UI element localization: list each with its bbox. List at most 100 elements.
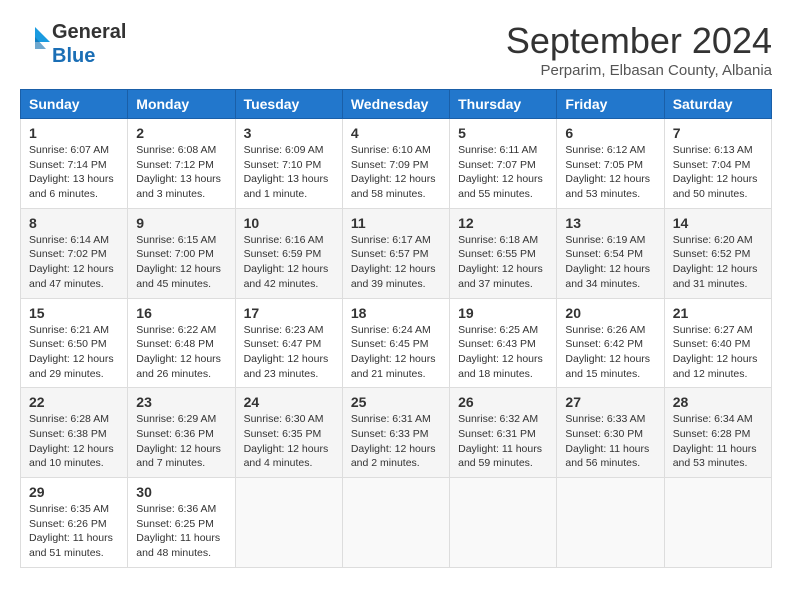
day-number: 17 — [244, 305, 334, 321]
sunset-label: Sunset: 7:14 PM — [29, 159, 107, 171]
sunset-label: Sunset: 7:09 PM — [351, 159, 429, 171]
day-info: Sunrise: 6:07 AM Sunset: 7:14 PM Dayligh… — [29, 143, 119, 202]
location-subtitle: Perparim, Elbasan County, Albania — [506, 62, 772, 79]
daylight-label: Daylight: 13 hours and 6 minutes. — [29, 173, 114, 200]
page-header: General Blue September 2024 Perparim, El… — [20, 20, 772, 79]
calendar-table: SundayMondayTuesdayWednesdayThursdayFrid… — [20, 89, 772, 568]
day-info: Sunrise: 6:12 AM Sunset: 7:05 PM Dayligh… — [565, 143, 655, 202]
day-number: 22 — [29, 394, 119, 410]
day-number: 15 — [29, 305, 119, 321]
daylight-label: Daylight: 11 hours and 48 minutes. — [136, 532, 220, 559]
calendar-day-cell: 10 Sunrise: 6:16 AM Sunset: 6:59 PM Dayl… — [235, 208, 342, 298]
day-of-week-header: Saturday — [664, 90, 771, 119]
calendar-day-cell: 27 Sunrise: 6:33 AM Sunset: 6:30 PM Dayl… — [557, 388, 664, 478]
daylight-label: Daylight: 11 hours and 56 minutes. — [565, 443, 649, 470]
day-info: Sunrise: 6:17 AM Sunset: 6:57 PM Dayligh… — [351, 233, 441, 292]
day-info: Sunrise: 6:13 AM Sunset: 7:04 PM Dayligh… — [673, 143, 763, 202]
sunrise-label: Sunrise: 6:31 AM — [351, 413, 431, 425]
daylight-label: Daylight: 12 hours and 7 minutes. — [136, 443, 221, 470]
calendar-day-cell: 26 Sunrise: 6:32 AM Sunset: 6:31 PM Dayl… — [450, 388, 557, 478]
day-info: Sunrise: 6:11 AM Sunset: 7:07 PM Dayligh… — [458, 143, 548, 202]
day-of-week-header: Thursday — [450, 90, 557, 119]
day-number: 8 — [29, 215, 119, 231]
sunset-label: Sunset: 7:05 PM — [565, 159, 643, 171]
day-info: Sunrise: 6:22 AM Sunset: 6:48 PM Dayligh… — [136, 323, 226, 382]
daylight-label: Daylight: 12 hours and 4 minutes. — [244, 443, 329, 470]
day-info: Sunrise: 6:24 AM Sunset: 6:45 PM Dayligh… — [351, 323, 441, 382]
daylight-label: Daylight: 12 hours and 26 minutes. — [136, 353, 221, 380]
sunset-label: Sunset: 6:26 PM — [29, 518, 107, 530]
calendar-day-cell — [450, 478, 557, 568]
sunset-label: Sunset: 6:31 PM — [458, 428, 536, 440]
sunset-label: Sunset: 7:04 PM — [673, 159, 751, 171]
day-info: Sunrise: 6:27 AM Sunset: 6:40 PM Dayligh… — [673, 323, 763, 382]
sunrise-label: Sunrise: 6:17 AM — [351, 234, 431, 246]
day-number: 11 — [351, 215, 441, 231]
sunrise-label: Sunrise: 6:16 AM — [244, 234, 324, 246]
day-info: Sunrise: 6:31 AM Sunset: 6:33 PM Dayligh… — [351, 412, 441, 471]
day-info: Sunrise: 6:30 AM Sunset: 6:35 PM Dayligh… — [244, 412, 334, 471]
calendar-day-cell: 4 Sunrise: 6:10 AM Sunset: 7:09 PM Dayli… — [342, 119, 449, 209]
day-info: Sunrise: 6:34 AM Sunset: 6:28 PM Dayligh… — [673, 412, 763, 471]
sunrise-label: Sunrise: 6:07 AM — [29, 144, 109, 156]
day-number: 16 — [136, 305, 226, 321]
day-info: Sunrise: 6:29 AM Sunset: 6:36 PM Dayligh… — [136, 412, 226, 471]
calendar-day-cell: 25 Sunrise: 6:31 AM Sunset: 6:33 PM Dayl… — [342, 388, 449, 478]
day-number: 10 — [244, 215, 334, 231]
calendar-week-row: 8 Sunrise: 6:14 AM Sunset: 7:02 PM Dayli… — [21, 208, 772, 298]
month-title: September 2024 — [506, 20, 772, 62]
daylight-label: Daylight: 12 hours and 37 minutes. — [458, 263, 543, 290]
day-number: 7 — [673, 125, 763, 141]
sunset-label: Sunset: 7:07 PM — [458, 159, 536, 171]
sunrise-label: Sunrise: 6:09 AM — [244, 144, 324, 156]
sunset-label: Sunset: 6:42 PM — [565, 338, 643, 350]
sunset-label: Sunset: 6:57 PM — [351, 248, 429, 260]
daylight-label: Daylight: 11 hours and 59 minutes. — [458, 443, 542, 470]
sunset-label: Sunset: 6:50 PM — [29, 338, 107, 350]
calendar-week-row: 15 Sunrise: 6:21 AM Sunset: 6:50 PM Dayl… — [21, 298, 772, 388]
daylight-label: Daylight: 12 hours and 42 minutes. — [244, 263, 329, 290]
sunrise-label: Sunrise: 6:35 AM — [29, 503, 109, 515]
sunrise-label: Sunrise: 6:25 AM — [458, 324, 538, 336]
day-info: Sunrise: 6:28 AM Sunset: 6:38 PM Dayligh… — [29, 412, 119, 471]
calendar-day-cell: 7 Sunrise: 6:13 AM Sunset: 7:04 PM Dayli… — [664, 119, 771, 209]
daylight-label: Daylight: 12 hours and 29 minutes. — [29, 353, 114, 380]
calendar-day-cell: 17 Sunrise: 6:23 AM Sunset: 6:47 PM Dayl… — [235, 298, 342, 388]
daylight-label: Daylight: 12 hours and 12 minutes. — [673, 353, 758, 380]
sunset-label: Sunset: 6:48 PM — [136, 338, 214, 350]
calendar-day-cell: 14 Sunrise: 6:20 AM Sunset: 6:52 PM Dayl… — [664, 208, 771, 298]
day-number: 12 — [458, 215, 548, 231]
sunrise-label: Sunrise: 6:29 AM — [136, 413, 216, 425]
sunrise-label: Sunrise: 6:22 AM — [136, 324, 216, 336]
calendar-day-cell: 30 Sunrise: 6:36 AM Sunset: 6:25 PM Dayl… — [128, 478, 235, 568]
daylight-label: Daylight: 12 hours and 47 minutes. — [29, 263, 114, 290]
calendar-day-cell — [557, 478, 664, 568]
sunset-label: Sunset: 6:35 PM — [244, 428, 322, 440]
day-number: 6 — [565, 125, 655, 141]
calendar-day-cell: 1 Sunrise: 6:07 AM Sunset: 7:14 PM Dayli… — [21, 119, 128, 209]
day-number: 30 — [136, 484, 226, 500]
calendar-day-cell: 21 Sunrise: 6:27 AM Sunset: 6:40 PM Dayl… — [664, 298, 771, 388]
calendar-day-cell: 9 Sunrise: 6:15 AM Sunset: 7:00 PM Dayli… — [128, 208, 235, 298]
day-number: 27 — [565, 394, 655, 410]
logo: General Blue — [20, 20, 126, 68]
sunset-label: Sunset: 7:00 PM — [136, 248, 214, 260]
daylight-label: Daylight: 12 hours and 15 minutes. — [565, 353, 650, 380]
sunset-label: Sunset: 6:47 PM — [244, 338, 322, 350]
daylight-label: Daylight: 12 hours and 53 minutes. — [565, 173, 650, 200]
day-number: 18 — [351, 305, 441, 321]
calendar-day-cell: 24 Sunrise: 6:30 AM Sunset: 6:35 PM Dayl… — [235, 388, 342, 478]
day-info: Sunrise: 6:33 AM Sunset: 6:30 PM Dayligh… — [565, 412, 655, 471]
sunset-label: Sunset: 7:02 PM — [29, 248, 107, 260]
day-info: Sunrise: 6:32 AM Sunset: 6:31 PM Dayligh… — [458, 412, 548, 471]
daylight-label: Daylight: 12 hours and 21 minutes. — [351, 353, 436, 380]
calendar-day-cell: 5 Sunrise: 6:11 AM Sunset: 7:07 PM Dayli… — [450, 119, 557, 209]
day-info: Sunrise: 6:25 AM Sunset: 6:43 PM Dayligh… — [458, 323, 548, 382]
daylight-label: Daylight: 12 hours and 2 minutes. — [351, 443, 436, 470]
day-number: 21 — [673, 305, 763, 321]
daylight-label: Daylight: 12 hours and 18 minutes. — [458, 353, 543, 380]
day-number: 20 — [565, 305, 655, 321]
day-number: 23 — [136, 394, 226, 410]
day-number: 26 — [458, 394, 548, 410]
sunset-label: Sunset: 6:33 PM — [351, 428, 429, 440]
